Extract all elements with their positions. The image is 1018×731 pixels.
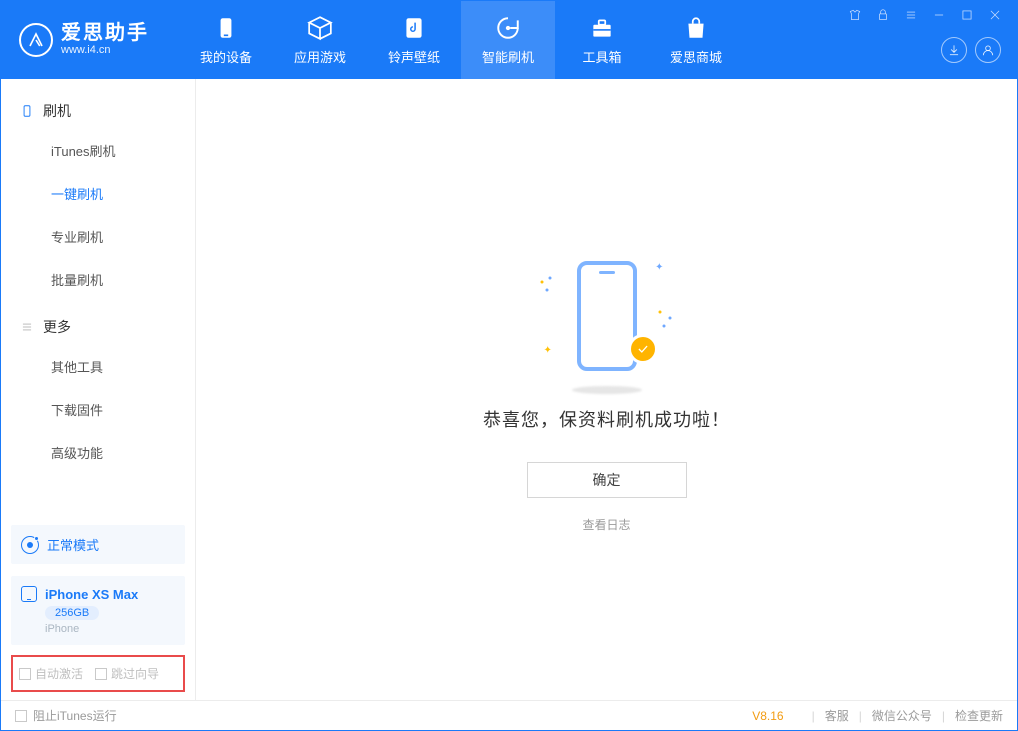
footer: 阻止iTunes运行 V8.16 | 客服 | 微信公众号 | 检查更新 (1, 700, 1017, 730)
logo-icon (19, 23, 53, 57)
device-mode-label: 正常模式 (47, 535, 99, 554)
header: 爱思助手 www.i4.cn 我的设备 应用游戏 铃声壁纸 智能刷机 工具箱 爱… (1, 1, 1017, 79)
toolbox-icon (589, 15, 615, 41)
nav-label: 应用游戏 (294, 47, 346, 66)
sidebar-item-other-tools[interactable]: 其他工具 (1, 345, 195, 388)
sidebar: 刷机 iTunes刷机 一键刷机 专业刷机 批量刷机 更多 其他工具 下载固件 … (1, 79, 196, 700)
success-message: 恭喜您，保资料刷机成功啦！ (483, 406, 730, 432)
footer-link-update[interactable]: 检查更新 (955, 707, 1003, 724)
music-file-icon (401, 15, 427, 41)
user-button[interactable] (975, 37, 1001, 63)
sidebar-item-advanced[interactable]: 高级功能 (1, 431, 195, 474)
version-label: V8.16 (752, 709, 783, 723)
shirt-icon[interactable] (847, 7, 863, 23)
header-right (847, 1, 1005, 79)
dots-decor-icon (656, 306, 676, 336)
sparkle-icon: ✦ (544, 345, 552, 356)
checkbox-box-icon (95, 668, 107, 680)
main-content: ✦ ✦ 恭喜您，保资料刷机成功啦！ 确定 查看日志 (196, 79, 1017, 700)
checkbox-skip-guide[interactable]: 跳过向导 (95, 665, 159, 682)
device-storage-badge: 256GB (45, 606, 99, 620)
nav-store[interactable]: 爱思商城 (649, 1, 743, 79)
app-logo: 爱思助手 www.i4.cn (1, 23, 179, 57)
device-type: iPhone (45, 623, 175, 635)
sidebar-item-one-click[interactable]: 一键刷机 (1, 172, 195, 215)
sidebar-item-batch-flash[interactable]: 批量刷机 (1, 258, 195, 301)
nav-label: 工具箱 (582, 47, 621, 66)
phone-icon (213, 15, 239, 41)
shadow-icon (572, 386, 642, 394)
phone-illustration-icon (577, 261, 637, 371)
checkbox-label: 阻止iTunes运行 (33, 707, 117, 724)
shield-refresh-icon (495, 15, 521, 41)
view-log-link[interactable]: 查看日志 (582, 516, 630, 533)
window-controls (847, 1, 1005, 23)
menu-icon[interactable] (903, 7, 919, 23)
checkbox-auto-activate[interactable]: 自动激活 (19, 665, 83, 682)
checkbox-box-icon (15, 710, 27, 722)
sidebar-group-label: 更多 (43, 317, 71, 337)
device-mode-status[interactable]: 正常模式 (11, 525, 185, 564)
app-subtitle: www.i4.cn (61, 43, 149, 57)
checkbox-box-icon (19, 668, 31, 680)
nav-label: 铃声壁纸 (388, 47, 440, 66)
nav-ringtones[interactable]: 铃声壁纸 (367, 1, 461, 79)
bag-icon (683, 15, 709, 41)
nav-smart-flash[interactable]: 智能刷机 (461, 1, 555, 79)
body: 刷机 iTunes刷机 一键刷机 专业刷机 批量刷机 更多 其他工具 下载固件 … (1, 79, 1017, 700)
minimize-icon[interactable] (931, 7, 947, 23)
sidebar-group-label: 刷机 (43, 101, 71, 121)
checkbox-block-itunes[interactable]: 阻止iTunes运行 (15, 707, 117, 724)
app-title: 爱思助手 (61, 23, 149, 43)
download-button[interactable] (941, 37, 967, 63)
separator: | (942, 709, 945, 723)
nav-apps[interactable]: 应用游戏 (273, 1, 367, 79)
sparkle-icon: ✦ (655, 262, 663, 273)
footer-link-cs[interactable]: 客服 (825, 707, 849, 724)
device-icon (21, 586, 37, 602)
success-check-icon (628, 334, 658, 364)
checkbox-label: 跳过向导 (111, 665, 159, 682)
cube-icon (307, 15, 333, 41)
ok-button[interactable]: 确定 (527, 462, 687, 498)
nav-label: 爱思商城 (670, 47, 722, 66)
sidebar-group-more: 更多 (1, 309, 195, 345)
flash-options-row: 自动激活 跳过向导 (11, 655, 185, 692)
separator: | (812, 709, 815, 723)
sidebar-item-pro-flash[interactable]: 专业刷机 (1, 215, 195, 258)
phone-outline-icon (19, 103, 35, 119)
success-illustration: ✦ ✦ (532, 246, 682, 386)
sidebar-item-download-fw[interactable]: 下载固件 (1, 388, 195, 431)
nav-label: 我的设备 (200, 47, 252, 66)
nav-toolbox[interactable]: 工具箱 (555, 1, 649, 79)
lock-icon[interactable] (875, 7, 891, 23)
dots-decor-icon (538, 276, 558, 306)
maximize-icon[interactable] (959, 7, 975, 23)
sidebar-item-itunes-flash[interactable]: iTunes刷机 (1, 129, 195, 172)
nav-my-device[interactable]: 我的设备 (179, 1, 273, 79)
mode-status-icon (21, 536, 39, 554)
device-name: iPhone XS Max (45, 587, 138, 602)
footer-link-wechat[interactable]: 微信公众号 (872, 707, 932, 724)
nav-label: 智能刷机 (482, 47, 534, 66)
close-icon[interactable] (987, 7, 1003, 23)
nav-bar: 我的设备 应用游戏 铃声壁纸 智能刷机 工具箱 爱思商城 (179, 1, 743, 79)
checkbox-label: 自动激活 (35, 665, 83, 682)
separator: | (859, 709, 862, 723)
sidebar-group-flash: 刷机 (1, 93, 195, 129)
device-info[interactable]: iPhone XS Max 256GB iPhone (11, 576, 185, 645)
list-icon (19, 319, 35, 335)
